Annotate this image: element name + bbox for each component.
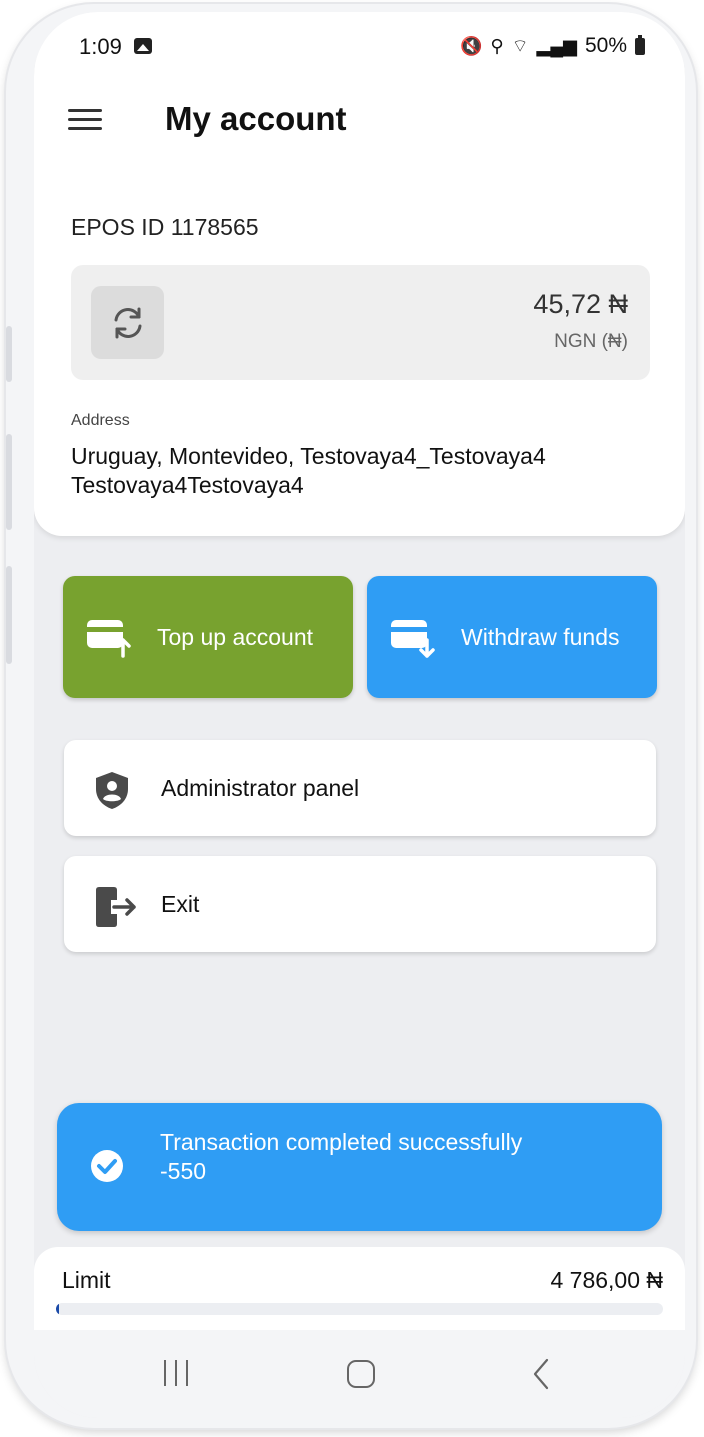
balance-currency: NGN (₦) xyxy=(554,331,628,352)
mute-icon: 🔇 xyxy=(459,35,483,56)
shield-user-icon xyxy=(96,772,128,809)
wallet-top-up-icon xyxy=(87,620,131,658)
toast-message: Transaction completed successfully xyxy=(160,1129,523,1155)
volume-down-button xyxy=(6,434,12,530)
limit-label: Limit xyxy=(62,1267,111,1293)
toast-amount: -550 xyxy=(160,1158,207,1184)
withdraw-button[interactable]: Withdraw funds xyxy=(367,576,657,698)
top-up-button[interactable]: Top up account xyxy=(63,576,353,698)
status-icons: 🔇 ⚲ ⌔ ▂▄▆ 50% xyxy=(460,34,645,58)
administrator-panel-label: Administrator panel xyxy=(161,775,360,801)
limit-panel: Limit 4 786,00 ₦ xyxy=(34,1247,685,1337)
page-title: My account xyxy=(165,100,347,137)
withdraw-label: Withdraw funds xyxy=(461,624,620,650)
wifi-icon: ⌔ xyxy=(511,35,529,56)
hamburger-menu-icon[interactable] xyxy=(68,109,102,135)
clock: 1:09 xyxy=(79,34,122,59)
top-up-label: Top up account xyxy=(157,624,314,650)
limit-progress-fill xyxy=(56,1303,60,1315)
address-value: Uruguay, Montevideo, Testovaya4_Testovay… xyxy=(71,443,546,498)
home-button[interactable] xyxy=(347,1360,375,1388)
gallery-icon xyxy=(134,38,152,54)
signal-icon: ▂▄▆ xyxy=(536,35,577,56)
battery-percent: 50% xyxy=(584,34,627,57)
power-button xyxy=(6,566,12,664)
balance-amount: 45,72 ₦ xyxy=(533,289,628,319)
refresh-icon xyxy=(114,307,142,339)
logout-icon xyxy=(96,887,136,927)
limit-value: 4 786,00 ₦ xyxy=(550,1267,663,1293)
phone-frame: 1:09 🔇 ⚲ ⌔ ▂▄▆ 50% My account EPOS ID 11… xyxy=(6,4,696,1428)
back-chevron-icon[interactable] xyxy=(532,1358,552,1390)
account-card: 1:09 🔇 ⚲ ⌔ ▂▄▆ 50% My account EPOS ID 11… xyxy=(34,12,685,536)
volume-up-button xyxy=(6,326,12,382)
exit-label: Exit xyxy=(161,891,200,917)
address-label: Address xyxy=(71,412,130,429)
success-toast[interactable]: Transaction completed successfully -550 xyxy=(57,1103,662,1231)
limit-progress-bar xyxy=(56,1303,663,1315)
wallet-withdraw-icon xyxy=(391,620,435,658)
recent-apps-button[interactable] xyxy=(162,1360,192,1386)
balance-box: 45,72 ₦ NGN (₦) xyxy=(71,265,650,380)
exit-button[interactable]: Exit xyxy=(64,856,656,952)
system-nav-bar xyxy=(34,1330,685,1418)
epos-id: EPOS ID 1178565 xyxy=(71,214,259,240)
check-circle-icon xyxy=(91,1150,123,1182)
screen: 1:09 🔇 ⚲ ⌔ ▂▄▆ 50% My account EPOS ID 11… xyxy=(34,12,685,1418)
administrator-panel-button[interactable]: Administrator panel xyxy=(64,740,656,836)
location-icon: ⚲ xyxy=(490,35,504,56)
battery-icon xyxy=(635,34,645,55)
refresh-button[interactable] xyxy=(91,286,164,359)
status-bar: 1:09 🔇 ⚲ ⌔ ▂▄▆ 50% xyxy=(34,12,685,82)
